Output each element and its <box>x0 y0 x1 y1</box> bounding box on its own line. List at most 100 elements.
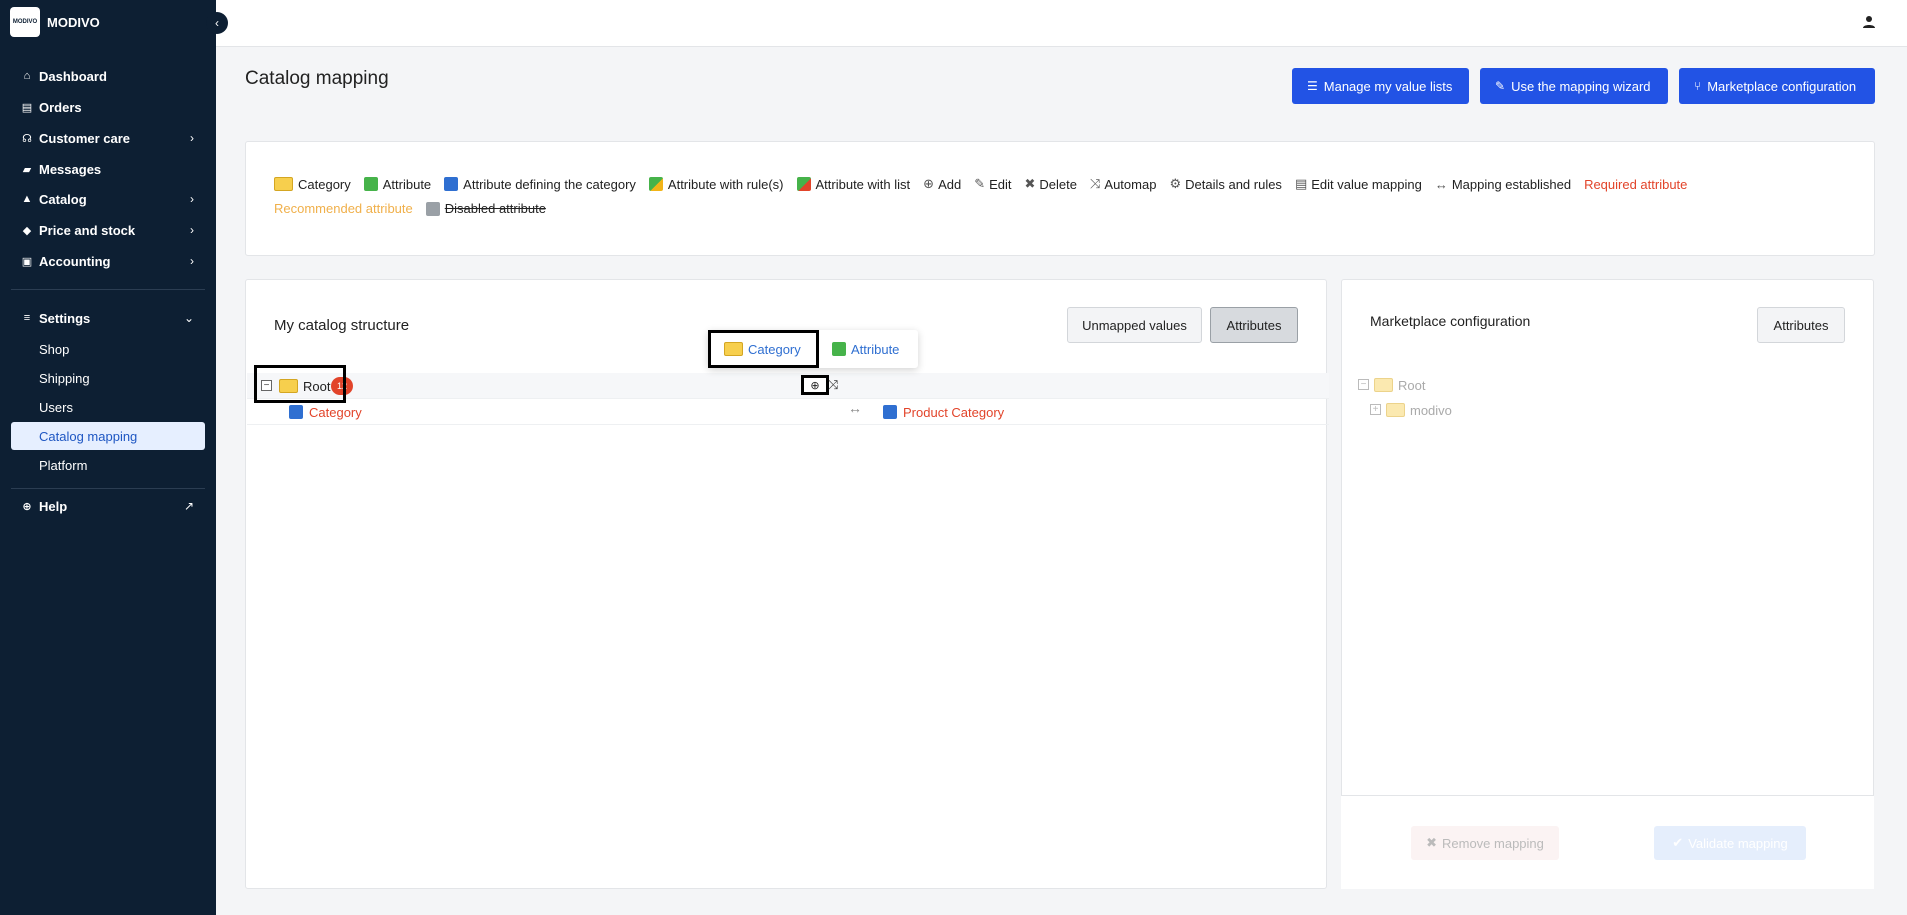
sliders-icon: ≡ <box>23 312 31 324</box>
button-label: Manage my value lists <box>1323 78 1453 94</box>
mapped-target-label[interactable]: Product Category <box>903 405 1004 420</box>
legend-label: Edit value mapping <box>1311 176 1422 192</box>
clipboard-icon: ▤ <box>21 101 33 114</box>
sidebar-item-label: Catalog <box>39 191 87 207</box>
legend-attribute: Attribute <box>363 176 432 192</box>
legend-add: ⊕ Add <box>923 176 961 192</box>
sidebar-item-orders[interactable]: ▤ Orders <box>0 93 216 121</box>
sidebar-item-messages[interactable]: ▰ Messages <box>0 155 216 183</box>
sidebar-item-settings[interactable]: ≡ Settings ⌄ <box>0 304 216 332</box>
sidebar-subitem-label: Shop <box>39 341 70 357</box>
legend-label: Attribute with list <box>815 176 911 192</box>
validate-mapping-button[interactable]: ✔ Validate mapping <box>1654 826 1806 860</box>
chevron-right-icon: › <box>190 223 194 237</box>
rule-attribute-icon <box>648 177 663 191</box>
unmapped-values-button[interactable]: Unmapped values <box>1067 307 1202 343</box>
sidebar-subitem-shipping[interactable]: Shipping <box>11 364 205 392</box>
sidebar-subitem-platform[interactable]: Platform <box>11 451 205 479</box>
legend-label: Attribute with rule(s) <box>667 176 784 192</box>
magic-wand-icon: ✎ <box>1495 79 1506 93</box>
check-icon: ✔ <box>1672 835 1684 850</box>
sidebar-subitem-catalog-mapping[interactable]: Catalog mapping <box>11 422 205 450</box>
legend-label: Delete <box>1039 176 1077 192</box>
sidebar-item-catalog[interactable]: ▲ Catalog › <box>0 185 216 213</box>
legend-row: Recommended attribute Disabled attribute <box>274 201 559 216</box>
chevron-right-icon: › <box>190 192 194 206</box>
brand-name: MODIVO <box>47 14 100 30</box>
legend-automap: ⤨ Automap <box>1090 176 1156 192</box>
legend-recommended: Recommended attribute <box>274 201 413 216</box>
sidebar-item-label: Accounting <box>39 253 111 269</box>
category-label[interactable]: Category <box>309 405 362 420</box>
root-label[interactable]: Root <box>1398 378 1425 393</box>
attributes-button[interactable]: Attributes <box>1757 307 1845 343</box>
arrows-left-right-icon: ↔ <box>1434 176 1448 192</box>
sidebar-subitem-label: Users <box>39 399 73 415</box>
catalog-structure-panel: My catalog structure Unmapped values Att… <box>245 279 1329 889</box>
mapping-wizard-button[interactable]: ✎ Use the mapping wizard <box>1480 68 1668 104</box>
defining-attribute-icon <box>883 405 897 419</box>
button-label: Remove mapping <box>1442 835 1544 851</box>
marketplace-configuration-button[interactable]: ⑂ Marketplace configuration <box>1679 68 1875 104</box>
legend-mapping-established: ↔ Mapping established <box>1435 177 1571 192</box>
legend-edit: ✎ Edit <box>974 176 1011 192</box>
add-attribute-option[interactable]: Attribute <box>832 330 899 368</box>
add-button[interactable]: ⊕ <box>801 375 829 395</box>
chevron-right-icon: › <box>190 254 194 268</box>
attributes-button[interactable]: Attributes <box>1210 307 1298 343</box>
legend-attr-list: Attribute with list <box>796 176 911 192</box>
sidebar-item-label: Price and stock <box>39 222 136 238</box>
tree-row-category[interactable]: Category Product Category <box>247 399 1329 425</box>
button-label: Use the mapping wizard <box>1511 78 1651 94</box>
legend-label: Attribute <box>382 176 432 192</box>
modivo-label[interactable]: modivo <box>1410 403 1452 418</box>
sidebar-item-customer-care[interactable]: ☊ Customer care › <box>0 124 216 152</box>
tree-row-root[interactable]: − Root 12 <box>247 373 1329 399</box>
chat-icon: ▰ <box>22 163 32 176</box>
sidebar-item-accounting[interactable]: ▣ Accounting › <box>0 247 216 275</box>
sidebar-subitem-shop[interactable]: Shop <box>11 335 205 363</box>
legend-disabled: Disabled attribute <box>425 201 546 216</box>
user-icon[interactable] <box>1861 14 1877 30</box>
headset-icon: ☊ <box>22 132 32 145</box>
legend-label: Category <box>298 176 351 192</box>
legend-attr-defining: Attribute defining the category <box>444 177 636 192</box>
close-icon: ✖ <box>1024 176 1036 191</box>
category-icon <box>1386 403 1405 417</box>
highlight-outline <box>254 365 346 403</box>
automap-icon[interactable]: ⤨ <box>828 377 838 393</box>
panel-title: Marketplace configuration <box>1370 313 1531 329</box>
legend-attr-rules: Attribute with rule(s) <box>648 176 784 192</box>
sidebar-item-dashboard[interactable]: ⌂ Dashboard <box>0 62 216 90</box>
sidebar-subitem-label: Platform <box>39 457 88 473</box>
brand[interactable]: MODIVO MODIVO <box>0 0 216 44</box>
sidebar-item-price-stock[interactable]: ◆ Price and stock › <box>0 216 216 244</box>
sidebar-subitem-users[interactable]: Users <box>11 393 205 421</box>
remove-mapping-button[interactable]: ✖ Remove mapping <box>1411 826 1559 860</box>
legend-label: Attribute defining the category <box>463 176 636 192</box>
legend-required: Required attribute <box>1584 176 1688 192</box>
manage-value-lists-button[interactable]: ☰ Manage my value lists <box>1292 68 1469 104</box>
legend-label: Mapping established <box>1451 176 1572 192</box>
category-icon <box>274 177 293 191</box>
button-label: Validate mapping <box>1688 835 1788 851</box>
collapse-toggle-icon[interactable]: − <box>1358 379 1369 390</box>
legend-label: Disabled attribute <box>444 201 546 216</box>
legend-label: Edit <box>989 176 1012 192</box>
list-icon: ☰ <box>1307 79 1318 93</box>
sidebar-collapse-button[interactable]: ‹ <box>206 12 228 34</box>
panel-title: My catalog structure <box>274 317 410 334</box>
tag-icon: ◆ <box>22 224 32 237</box>
sidebar-item-help[interactable]: ⊕ Help ↗ <box>0 492 216 520</box>
sidebar-item-label: Settings <box>39 310 91 326</box>
legend-row: Category Attribute Attribute defining th… <box>274 176 1700 192</box>
shuffle-icon: ⤨ <box>1090 176 1101 191</box>
chevron-right-icon: › <box>190 131 194 145</box>
defining-attribute-icon <box>289 405 303 419</box>
lifebuoy-icon: ⊕ <box>22 500 32 513</box>
mapping-established-icon: ↔ <box>848 400 862 416</box>
close-icon: ✖ <box>1426 835 1437 850</box>
sidebar-item-label: Messages <box>39 161 102 177</box>
plus-circle-icon: ⊕ <box>810 379 820 392</box>
expand-toggle-icon[interactable]: + <box>1370 404 1381 415</box>
